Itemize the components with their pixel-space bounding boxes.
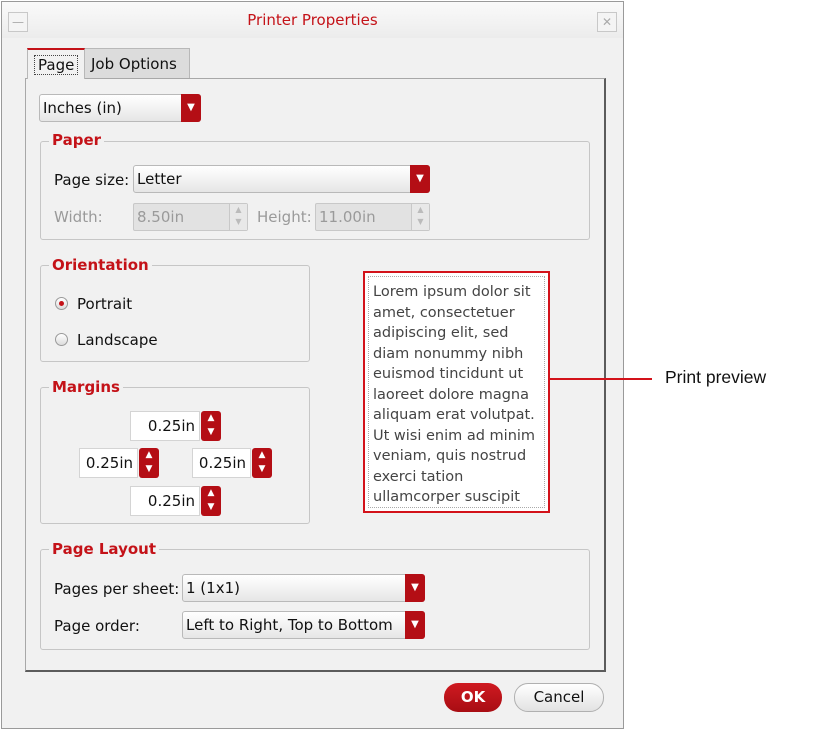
margin-top-spinbox[interactable]: 0.25in ▲ ▼ — [130, 411, 222, 441]
pages-per-sheet-label: Pages per sheet: — [54, 580, 180, 598]
margin-top-value[interactable]: 0.25in — [130, 411, 200, 441]
margins-legend: Margins — [49, 378, 123, 396]
page-size-select[interactable]: Letter ▼ — [133, 165, 430, 193]
preview-page: Lorem ipsum dolor sit amet, consectetuer… — [368, 276, 545, 508]
dropdown-arrow-icon: ▼ — [181, 94, 201, 122]
spin-arrows-icon[interactable]: ▲ ▼ — [139, 448, 159, 478]
close-button[interactable]: ✕ — [597, 12, 617, 32]
margin-bottom-value[interactable]: 0.25in — [130, 486, 200, 516]
margin-left-spinbox[interactable]: 0.25in ▲ ▼ — [79, 448, 160, 478]
tab-job-options-label: Job Options — [91, 55, 177, 73]
page-order-label: Page order: — [54, 617, 140, 635]
dropdown-arrow-icon: ▼ — [410, 165, 430, 193]
landscape-radio[interactable] — [55, 333, 68, 346]
window-title: Printer Properties — [247, 11, 378, 29]
height-label: Height: — [257, 208, 312, 226]
width-value: 8.50in — [137, 208, 185, 226]
paper-legend: Paper — [49, 131, 105, 149]
width-spinbox: 8.50in ▲ ▼ — [133, 203, 248, 231]
print-preview-callout: Print preview — [665, 367, 767, 387]
minimize-icon: — — [12, 15, 24, 29]
page-size-label: Page size: — [54, 171, 130, 189]
portrait-label[interactable]: Portrait — [77, 295, 132, 313]
title-bar[interactable]: Printer Properties — ✕ — [2, 2, 623, 38]
margin-right-value[interactable]: 0.25in — [192, 448, 251, 478]
pages-per-sheet-select[interactable]: 1 (1x1) ▼ — [182, 574, 425, 602]
page-order-value: Left to Right, Top to Bottom — [186, 616, 393, 634]
width-label: Width: — [54, 208, 103, 226]
height-value: 11.00in — [319, 208, 376, 226]
spin-arrows-icon: ▲ ▼ — [411, 204, 429, 230]
margin-left-value[interactable]: 0.25in — [79, 448, 138, 478]
print-preview: Lorem ipsum dolor sit amet, consectetuer… — [363, 271, 550, 513]
page-size-value: Letter — [137, 170, 182, 188]
units-select-value: Inches (in) — [43, 99, 122, 117]
margin-bottom-spinbox[interactable]: 0.25in ▲ ▼ — [130, 486, 222, 516]
ok-button-label: OK — [460, 688, 486, 706]
landscape-label[interactable]: Landscape — [77, 331, 158, 349]
dropdown-arrow-icon: ▼ — [405, 574, 425, 602]
tab-page-label: Page — [34, 55, 79, 75]
spin-arrows-icon[interactable]: ▲ ▼ — [201, 486, 221, 516]
spin-arrows-icon[interactable]: ▲ ▼ — [252, 448, 272, 478]
cancel-button-label: Cancel — [533, 688, 585, 706]
window-menu-button[interactable]: — — [8, 12, 28, 32]
tab-job-options[interactable]: Job Options — [84, 48, 190, 78]
units-select[interactable]: Inches (in) ▼ — [39, 94, 201, 122]
height-spinbox: 11.00in ▲ ▼ — [315, 203, 430, 231]
pages-per-sheet-value: 1 (1x1) — [186, 579, 240, 597]
dropdown-arrow-icon: ▼ — [405, 611, 425, 639]
spin-arrows-icon: ▲ ▼ — [229, 204, 247, 230]
cancel-button[interactable]: Cancel — [514, 683, 604, 712]
preview-text: Lorem ipsum dolor sit amet, consectetuer… — [373, 284, 536, 505]
spin-arrows-icon[interactable]: ▲ ▼ — [201, 411, 221, 441]
portrait-radio[interactable] — [55, 297, 68, 310]
callout-line — [550, 378, 652, 380]
close-icon: ✕ — [601, 15, 613, 29]
margin-right-spinbox[interactable]: 0.25in ▲ ▼ — [192, 448, 273, 478]
page-order-select[interactable]: Left to Right, Top to Bottom ▼ — [182, 611, 425, 639]
ok-button[interactable]: OK — [444, 683, 502, 712]
page-layout-legend: Page Layout — [49, 540, 159, 558]
tab-page[interactable]: Page — [27, 48, 86, 79]
orientation-legend: Orientation — [49, 256, 152, 274]
